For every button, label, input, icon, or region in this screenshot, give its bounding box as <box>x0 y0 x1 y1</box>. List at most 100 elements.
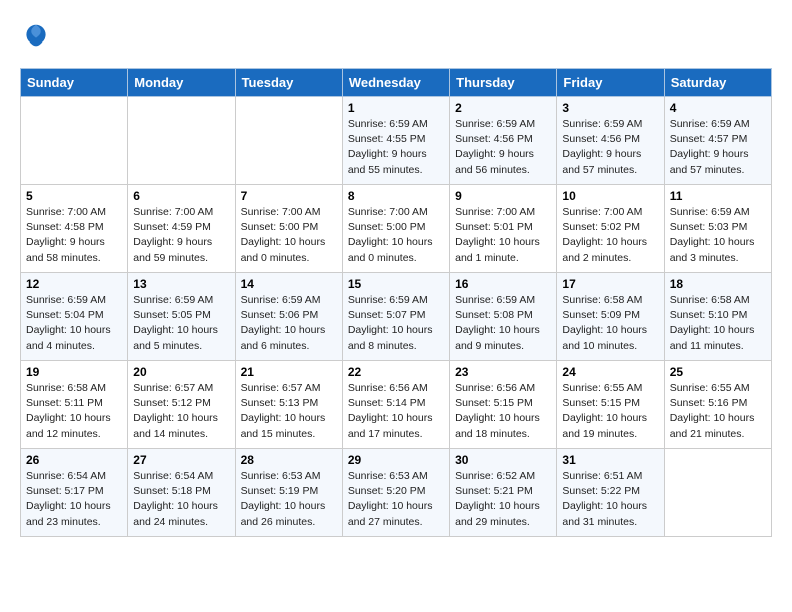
calendar-cell <box>664 449 771 537</box>
day-number: 20 <box>133 365 229 379</box>
day-number: 29 <box>348 453 444 467</box>
weekday-header-monday: Monday <box>128 69 235 97</box>
page-header <box>20 20 772 52</box>
day-number: 1 <box>348 101 444 115</box>
day-info: Sunrise: 7:00 AMSunset: 5:00 PMDaylight:… <box>241 205 337 266</box>
calendar-cell: 22 Sunrise: 6:56 AMSunset: 5:14 PMDayligh… <box>342 361 449 449</box>
day-info: Sunrise: 6:57 AMSunset: 5:12 PMDaylight:… <box>133 381 229 442</box>
day-info: Sunrise: 6:51 AMSunset: 5:22 PMDaylight:… <box>562 469 658 530</box>
calendar-cell: 4 Sunrise: 6:59 AMSunset: 4:57 PMDaylight… <box>664 97 771 185</box>
day-number: 14 <box>241 277 337 291</box>
day-number: 30 <box>455 453 551 467</box>
day-number: 19 <box>26 365 122 379</box>
day-info: Sunrise: 6:59 AMSunset: 4:57 PMDaylight:… <box>670 117 766 178</box>
calendar-week-4: 19 Sunrise: 6:58 AMSunset: 5:11 PMDayligh… <box>21 361 772 449</box>
calendar-cell: 20 Sunrise: 6:57 AMSunset: 5:12 PMDayligh… <box>128 361 235 449</box>
calendar-cell: 30 Sunrise: 6:52 AMSunset: 5:21 PMDayligh… <box>450 449 557 537</box>
calendar-cell: 1Sunrise: 6:59 AMSunset: 4:55 PMDaylight… <box>342 97 449 185</box>
calendar-cell: 5 Sunrise: 7:00 AMSunset: 4:58 PMDaylight… <box>21 185 128 273</box>
calendar-cell: 2Sunrise: 6:59 AMSunset: 4:56 PMDaylight… <box>450 97 557 185</box>
weekday-header-thursday: Thursday <box>450 69 557 97</box>
day-number: 16 <box>455 277 551 291</box>
calendar-cell: 31 Sunrise: 6:51 AMSunset: 5:22 PMDayligh… <box>557 449 664 537</box>
calendar-cell: 28 Sunrise: 6:53 AMSunset: 5:19 PMDayligh… <box>235 449 342 537</box>
day-number: 8 <box>348 189 444 203</box>
calendar-cell: 3 Sunrise: 6:59 AMSunset: 4:56 PMDaylight… <box>557 97 664 185</box>
day-info: Sunrise: 6:59 AMSunset: 5:07 PMDaylight:… <box>348 293 444 354</box>
calendar-table: SundayMondayTuesdayWednesdayThursdayFrid… <box>20 68 772 537</box>
day-info: Sunrise: 6:56 AMSunset: 5:14 PMDaylight:… <box>348 381 444 442</box>
calendar-cell: 21 Sunrise: 6:57 AMSunset: 5:13 PMDayligh… <box>235 361 342 449</box>
day-info: Sunrise: 6:59 AMSunset: 5:04 PMDaylight:… <box>26 293 122 354</box>
day-number: 25 <box>670 365 766 379</box>
weekday-header-saturday: Saturday <box>664 69 771 97</box>
day-number: 10 <box>562 189 658 203</box>
day-info: Sunrise: 6:59 AMSunset: 5:06 PMDaylight:… <box>241 293 337 354</box>
day-number: 4 <box>670 101 766 115</box>
calendar-cell: 23Sunrise: 6:56 AMSunset: 5:15 PMDayligh… <box>450 361 557 449</box>
day-number: 15 <box>348 277 444 291</box>
calendar-cell: 12 Sunrise: 6:59 AMSunset: 5:04 PMDayligh… <box>21 273 128 361</box>
calendar-cell: 9Sunrise: 7:00 AMSunset: 5:01 PMDaylight… <box>450 185 557 273</box>
calendar-cell: 14 Sunrise: 6:59 AMSunset: 5:06 PMDayligh… <box>235 273 342 361</box>
calendar-cell: 10 Sunrise: 7:00 AMSunset: 5:02 PMDayligh… <box>557 185 664 273</box>
day-number: 12 <box>26 277 122 291</box>
day-info: Sunrise: 7:00 AMSunset: 4:58 PMDaylight:… <box>26 205 122 266</box>
day-number: 28 <box>241 453 337 467</box>
day-info: Sunrise: 7:00 AMSunset: 4:59 PMDaylight:… <box>133 205 229 266</box>
day-info: Sunrise: 6:56 AMSunset: 5:15 PMDaylight:… <box>455 381 551 442</box>
day-number: 9 <box>455 189 551 203</box>
day-info: Sunrise: 6:59 AMSunset: 5:05 PMDaylight:… <box>133 293 229 354</box>
day-number: 2 <box>455 101 551 115</box>
calendar-cell: 16 Sunrise: 6:59 AMSunset: 5:08 PMDayligh… <box>450 273 557 361</box>
day-number: 18 <box>670 277 766 291</box>
day-number: 24 <box>562 365 658 379</box>
day-number: 26 <box>26 453 122 467</box>
calendar-cell: 8 Sunrise: 7:00 AMSunset: 5:00 PMDaylight… <box>342 185 449 273</box>
day-info: Sunrise: 6:55 AMSunset: 5:15 PMDaylight:… <box>562 381 658 442</box>
day-info: Sunrise: 6:58 AMSunset: 5:09 PMDaylight:… <box>562 293 658 354</box>
day-info: Sunrise: 6:54 AMSunset: 5:18 PMDaylight:… <box>133 469 229 530</box>
weekday-header-row: SundayMondayTuesdayWednesdayThursdayFrid… <box>21 69 772 97</box>
day-info: Sunrise: 6:52 AMSunset: 5:21 PMDaylight:… <box>455 469 551 530</box>
day-number: 3 <box>562 101 658 115</box>
calendar-cell: 6 Sunrise: 7:00 AMSunset: 4:59 PMDaylight… <box>128 185 235 273</box>
calendar-cell <box>21 97 128 185</box>
day-number: 5 <box>26 189 122 203</box>
day-number: 27 <box>133 453 229 467</box>
day-info: Sunrise: 6:59 AMSunset: 5:08 PMDaylight:… <box>455 293 551 354</box>
day-info: Sunrise: 6:53 AMSunset: 5:20 PMDaylight:… <box>348 469 444 530</box>
weekday-header-tuesday: Tuesday <box>235 69 342 97</box>
calendar-cell: 19 Sunrise: 6:58 AMSunset: 5:11 PMDayligh… <box>21 361 128 449</box>
calendar-week-5: 26Sunrise: 6:54 AMSunset: 5:17 PMDayligh… <box>21 449 772 537</box>
day-info: Sunrise: 6:58 AMSunset: 5:11 PMDaylight:… <box>26 381 122 442</box>
calendar-cell: 29 Sunrise: 6:53 AMSunset: 5:20 PMDayligh… <box>342 449 449 537</box>
calendar-cell: 18 Sunrise: 6:58 AMSunset: 5:10 PMDayligh… <box>664 273 771 361</box>
day-number: 22 <box>348 365 444 379</box>
calendar-cell: 27 Sunrise: 6:54 AMSunset: 5:18 PMDayligh… <box>128 449 235 537</box>
day-number: 31 <box>562 453 658 467</box>
calendar-cell: 25Sunrise: 6:55 AMSunset: 5:16 PMDayligh… <box>664 361 771 449</box>
calendar-cell: 15 Sunrise: 6:59 AMSunset: 5:07 PMDayligh… <box>342 273 449 361</box>
calendar-cell: 7Sunrise: 7:00 AMSunset: 5:00 PMDaylight… <box>235 185 342 273</box>
calendar-week-1: 1Sunrise: 6:59 AMSunset: 4:55 PMDaylight… <box>21 97 772 185</box>
weekday-header-sunday: Sunday <box>21 69 128 97</box>
calendar-week-3: 12 Sunrise: 6:59 AMSunset: 5:04 PMDayligh… <box>21 273 772 361</box>
day-number: 11 <box>670 189 766 203</box>
day-number: 21 <box>241 365 337 379</box>
day-number: 17 <box>562 277 658 291</box>
day-info: Sunrise: 6:58 AMSunset: 5:10 PMDaylight:… <box>670 293 766 354</box>
calendar-cell: 17 Sunrise: 6:58 AMSunset: 5:09 PMDayligh… <box>557 273 664 361</box>
weekday-header-wednesday: Wednesday <box>342 69 449 97</box>
logo-icon <box>20 20 52 52</box>
day-info: Sunrise: 6:57 AMSunset: 5:13 PMDaylight:… <box>241 381 337 442</box>
day-info: Sunrise: 6:59 AMSunset: 4:56 PMDaylight:… <box>562 117 658 178</box>
calendar-cell <box>235 97 342 185</box>
day-info: Sunrise: 7:00 AMSunset: 5:00 PMDaylight:… <box>348 205 444 266</box>
weekday-header-friday: Friday <box>557 69 664 97</box>
calendar-cell: 11Sunrise: 6:59 AMSunset: 5:03 PMDayligh… <box>664 185 771 273</box>
day-info: Sunrise: 7:00 AMSunset: 5:02 PMDaylight:… <box>562 205 658 266</box>
day-number: 6 <box>133 189 229 203</box>
calendar-cell: 24 Sunrise: 6:55 AMSunset: 5:15 PMDayligh… <box>557 361 664 449</box>
day-info: Sunrise: 6:53 AMSunset: 5:19 PMDaylight:… <box>241 469 337 530</box>
